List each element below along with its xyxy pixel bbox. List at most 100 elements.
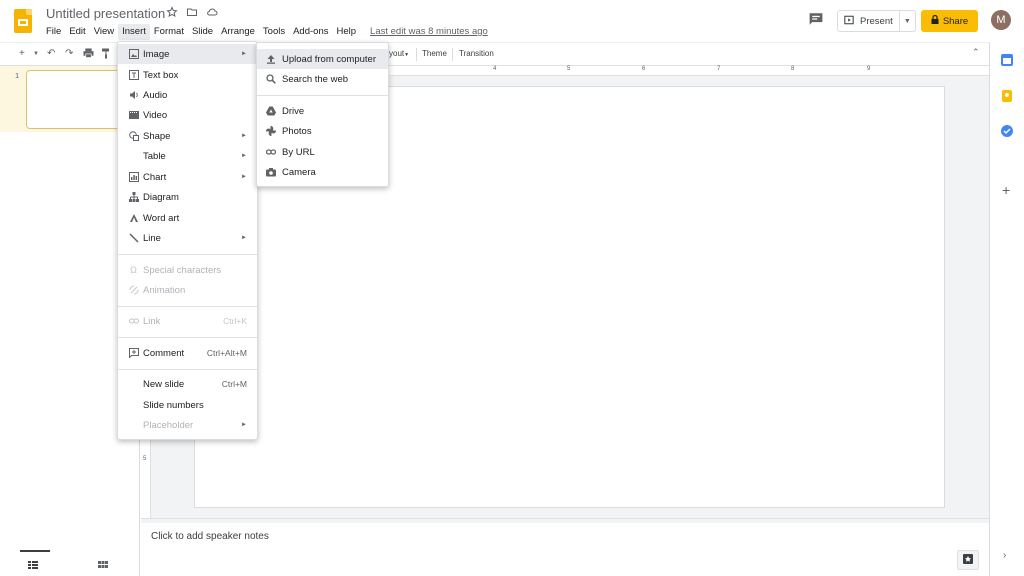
last-edit-link[interactable]: Last edit was 8 minutes ago — [366, 24, 492, 40]
menu-item-label: Animation — [143, 284, 186, 296]
menu-bar: File Edit View Insert Format Slide Arran… — [42, 24, 492, 40]
menu-add-ons[interactable]: Add-ons — [289, 24, 332, 40]
menu-file[interactable]: File — [42, 24, 65, 40]
tasks-icon[interactable] — [1001, 125, 1013, 137]
present-button[interactable]: Present ▼ — [837, 10, 916, 32]
menu-item-audio[interactable]: Audio — [118, 85, 257, 105]
line-icon — [128, 233, 139, 244]
menu-item-chart[interactable]: Chart ► — [118, 167, 257, 187]
text-box-icon — [128, 70, 139, 81]
animation-icon — [128, 285, 139, 296]
layout-button[interactable]: yout▼ — [389, 49, 409, 58]
menu-item-label: Word art — [143, 212, 180, 224]
menu-item-label: Table — [143, 150, 166, 162]
submenu-item-label: Photos — [282, 125, 312, 137]
app-header: Untitled presentation File Edit View Ins… — [0, 0, 1024, 42]
document-title[interactable]: Untitled presentation — [46, 6, 165, 21]
menu-help[interactable]: Help — [332, 24, 360, 40]
menu-item-table[interactable]: Table ► — [118, 146, 257, 166]
slide-thumbnail[interactable] — [26, 70, 131, 129]
menu-tools[interactable]: Tools — [259, 24, 289, 40]
chart-icon — [128, 172, 139, 183]
submenu-item-drive[interactable]: Drive — [257, 101, 388, 121]
calendar-icon[interactable] — [1001, 54, 1013, 66]
menu-item-label: Slide numbers — [143, 399, 204, 411]
menu-item-label: Video — [143, 109, 168, 121]
menu-item-slide-numbers[interactable]: Slide numbers — [118, 395, 257, 415]
photos-icon — [265, 126, 276, 137]
comment-history-icon[interactable] — [808, 12, 824, 26]
explore-button[interactable] — [957, 550, 979, 570]
collapse-toolbar-icon[interactable]: ⌃ — [972, 47, 980, 58]
menu-item-video[interactable]: Video — [118, 105, 257, 125]
menu-item-label: Comment — [143, 347, 185, 359]
filmstrip-view-icon[interactable] — [28, 558, 38, 569]
share-button[interactable]: Share — [921, 10, 978, 32]
account-avatar[interactable]: M — [991, 10, 1011, 30]
menu-item-word-art[interactable]: Word art — [118, 208, 257, 228]
cloud-status-icon[interactable] — [206, 6, 218, 18]
submenu-arrow-icon: ► — [241, 235, 247, 241]
menu-insert[interactable]: Insert — [118, 24, 150, 40]
menu-item-image[interactable]: Image ► — [118, 44, 257, 64]
submenu-item-search-the-web[interactable]: Search the web — [257, 69, 388, 89]
ruler-label: 9 — [867, 66, 871, 72]
submenu-item-upload-from-computer[interactable]: Upload from computer — [257, 49, 388, 69]
grid-view-icon[interactable] — [98, 558, 108, 568]
present-dropdown-icon[interactable]: ▼ — [900, 18, 915, 25]
menu-item-new-slide[interactable]: New slide Ctrl+M — [118, 374, 257, 394]
menu-item-comment[interactable]: Comment Ctrl+Alt+M — [118, 343, 257, 363]
new-slide-dropdown-icon[interactable]: ▼ — [33, 51, 39, 57]
search-icon — [265, 74, 276, 85]
menu-item-label: New slide — [143, 378, 185, 390]
diagram-icon — [128, 192, 139, 203]
submenu-item-label: By URL — [282, 146, 315, 158]
present-icon — [844, 15, 854, 28]
ruler-label: 4 — [493, 66, 497, 72]
transition-button[interactable]: Transition — [459, 49, 494, 58]
camera-icon — [265, 167, 276, 178]
image-submenu: Upload from computer Search the web Driv… — [256, 42, 389, 187]
menu-item-diagram[interactable]: Diagram — [118, 187, 257, 207]
menu-arrange[interactable]: Arrange — [217, 24, 259, 40]
star-icon[interactable] — [166, 6, 178, 18]
print-icon[interactable] — [83, 48, 94, 61]
submenu-item-by-url[interactable]: By URL — [257, 142, 388, 162]
undo-icon[interactable]: ↶ — [47, 48, 55, 59]
menu-format[interactable]: Format — [150, 24, 188, 40]
word-art-icon — [128, 213, 139, 224]
move-to-folder-icon[interactable] — [186, 6, 198, 18]
menu-item-shape[interactable]: Shape ► — [118, 126, 257, 146]
slides-logo-icon[interactable] — [14, 9, 32, 33]
submenu-item-photos[interactable]: Photos — [257, 121, 388, 141]
ruler-label: 5 — [567, 66, 571, 72]
submenu-item-camera[interactable]: Camera — [257, 162, 388, 182]
menu-item-special-characters: Ω Special characters — [118, 260, 257, 280]
ruler-label: 6 — [642, 66, 646, 72]
expand-side-panel-icon[interactable]: › — [1003, 550, 1006, 561]
menu-item-text-box[interactable]: Text box — [118, 65, 257, 85]
redo-icon[interactable]: ↷ — [65, 48, 73, 59]
menu-slide[interactable]: Slide — [188, 24, 217, 40]
menu-view[interactable]: View — [90, 24, 118, 40]
shape-icon — [128, 131, 139, 142]
speaker-notes-placeholder[interactable]: Click to add speaker notes — [151, 531, 269, 542]
submenu-item-label: Camera — [282, 166, 316, 178]
paint-format-icon[interactable] — [101, 48, 111, 62]
menu-item-animation: Animation — [118, 280, 257, 300]
get-addons-icon[interactable]: + — [1002, 182, 1010, 198]
menu-item-label: Placeholder — [143, 419, 194, 431]
speaker-notes[interactable]: Click to add speaker notes — [141, 523, 989, 576]
menu-divider — [118, 369, 257, 370]
menu-item-line[interactable]: Line ► — [118, 228, 257, 248]
submenu-divider — [257, 95, 388, 96]
keep-icon[interactable] — [1001, 90, 1013, 102]
submenu-arrow-icon: ► — [241, 422, 247, 428]
new-slide-icon[interactable]: + — [19, 48, 25, 59]
submenu-item-label: Drive — [282, 105, 305, 117]
video-icon — [128, 110, 139, 121]
menu-divider — [118, 306, 257, 307]
menu-edit[interactable]: Edit — [65, 24, 89, 40]
menu-item-link: Link Ctrl+K — [118, 311, 257, 331]
theme-button[interactable]: Theme — [422, 49, 447, 58]
